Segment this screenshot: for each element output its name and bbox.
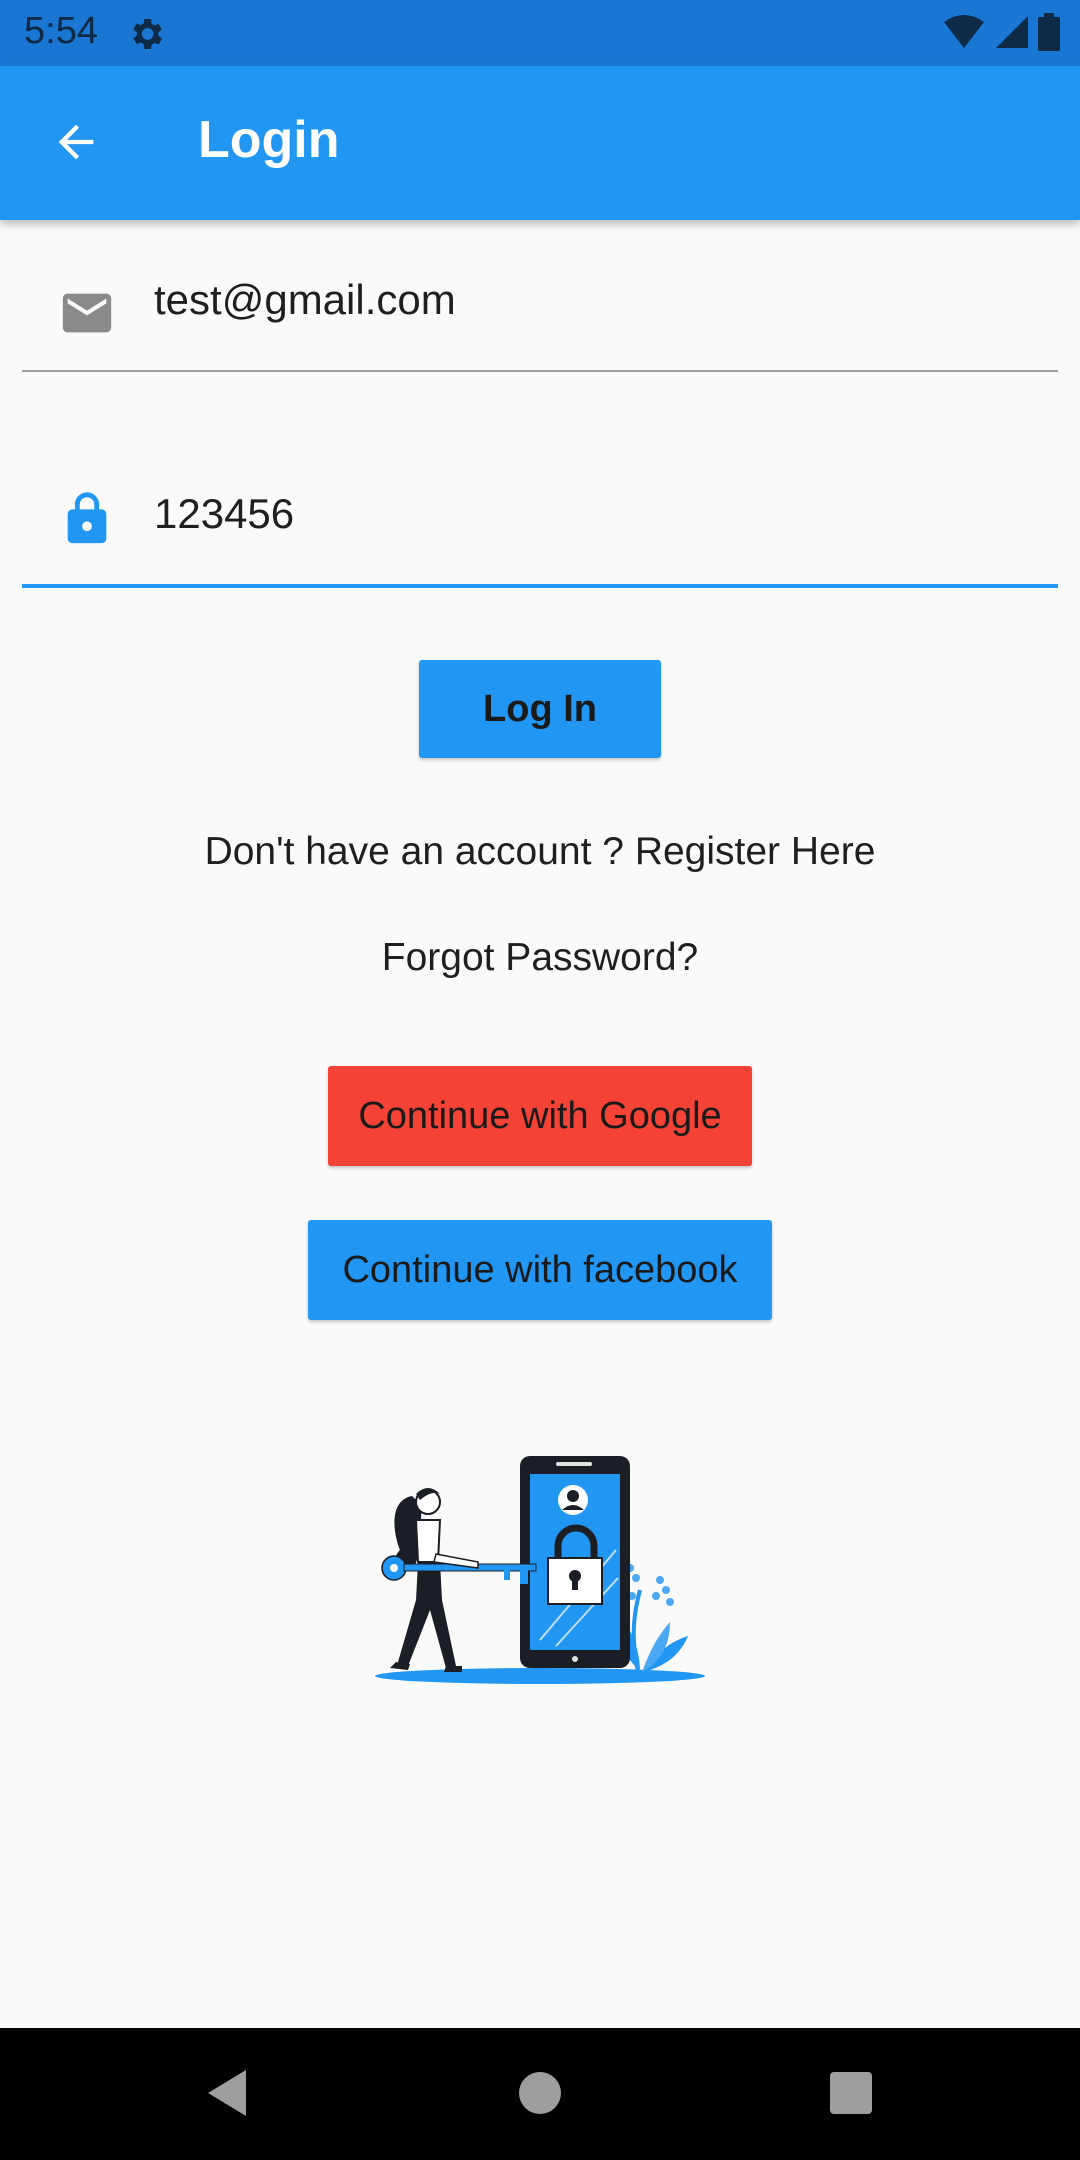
google-button[interactable]: Continue with Google [328, 1066, 752, 1166]
gear-icon [126, 14, 166, 54]
login-button-label: Log In [483, 687, 597, 730]
system-nav-bar [0, 2028, 1080, 2160]
mail-icon [58, 284, 116, 342]
back-button[interactable] [38, 106, 114, 182]
recents-square-icon [830, 2071, 872, 2119]
wifi-icon [942, 14, 986, 55]
password-value: 123456 [154, 490, 295, 537]
lock-icon [58, 490, 116, 548]
forgot-password-link[interactable]: Forgot Password? [0, 936, 1080, 980]
status-time: 5:54 [24, 10, 98, 52]
nav-recents-button[interactable] [816, 2060, 886, 2130]
page-title: Login [198, 111, 340, 169]
arrow-back-icon [50, 116, 102, 173]
facebook-button-label: Continue with facebook [342, 1248, 738, 1291]
nav-back-button[interactable] [192, 2060, 262, 2130]
password-underline [22, 584, 1058, 588]
cell-signal-icon [994, 14, 1030, 55]
facebook-button[interactable]: Continue with facebook [308, 1220, 772, 1320]
email-underline [22, 370, 1058, 372]
login-illustration [370, 1450, 710, 1690]
nav-home-button[interactable] [505, 2060, 575, 2130]
battery-icon [1038, 12, 1060, 56]
plant-graphic [620, 1564, 688, 1673]
login-button[interactable]: Log In [419, 660, 661, 758]
email-value: test@gmail.com [154, 276, 456, 323]
status-bar: 5:54 [0, 0, 1080, 66]
password-field[interactable]: 123456 [22, 478, 1058, 592]
status-icons [942, 12, 1060, 56]
google-button-label: Continue with Google [358, 1094, 722, 1137]
woman-with-key-graphic [381, 1488, 537, 1672]
email-field[interactable]: test@gmail.com [22, 262, 1058, 376]
phone-graphic [520, 1456, 630, 1668]
register-link[interactable]: Don't have an account ? Register Here [0, 830, 1080, 874]
back-triangle-icon [204, 2068, 250, 2123]
app-bar: Login [0, 66, 1080, 220]
home-circle-icon [518, 2071, 562, 2120]
